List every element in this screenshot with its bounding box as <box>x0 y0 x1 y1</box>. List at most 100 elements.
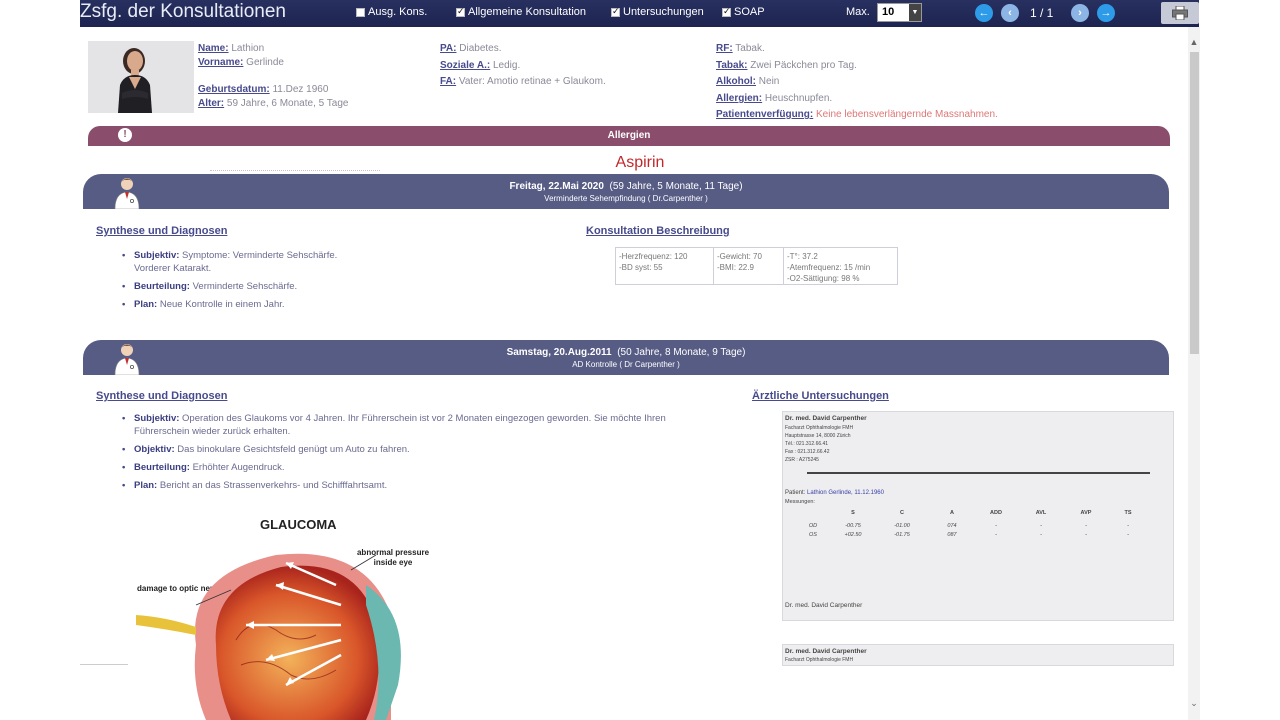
patient-vorname: Vorname: Gerlinde <box>198 57 284 68</box>
list-item: Subjektiv: Operation des Glaukoms vor 4 … <box>122 412 722 438</box>
synthese-heading: Synthese und Diagnosen <box>96 225 228 237</box>
report-signature: Dr. med. David Carpenther <box>785 602 863 609</box>
consultation-subtitle: AD Kontrolle ( Dr Carpenther ) <box>572 360 680 369</box>
vitals-column: -Herzfrequenz: 120 -BD syst: 55 <box>616 248 714 284</box>
consultation-banner[interactable]: Freitag, 22.Mai 2020 (59 Jahre, 5 Monate… <box>83 174 1169 209</box>
subjektiv-value-2: Vorderer Katarakt. <box>134 263 212 274</box>
next-page-button[interactable]: › <box>1071 4 1089 22</box>
consultation-age: (59 Jahre, 5 Monate, 11 Tage) <box>609 181 743 192</box>
patient-pa: PA: Diabetes. <box>440 43 502 54</box>
filter-label: Ausg. Kons. <box>368 6 428 18</box>
measurement-value: 074 <box>947 523 957 529</box>
patient-allergien: Allergien: Heuschnupfen. <box>716 93 832 104</box>
subjektiv-key: Subjektiv: <box>134 413 180 424</box>
divider <box>210 170 380 172</box>
beurteilung-value: Erhöhter Augendruck. <box>192 462 285 473</box>
measurement-eye: OS <box>809 532 817 538</box>
report-patient: Patient: Lathion Gerlinde, 11.12.1960 <box>785 490 884 496</box>
measurement-column-header: AVL <box>1035 510 1047 516</box>
filter-ausg-kons[interactable]: Ausg. Kons. <box>356 6 427 18</box>
patient-rf: RF: Tabak. <box>716 43 765 54</box>
alkohol-label: Alkohol: <box>716 76 756 87</box>
exam-report[interactable]: Dr. med. David Carpenther Facharzt Ophth… <box>782 644 1174 666</box>
measurement-value: -00.75 <box>845 523 861 529</box>
pa-value: Diabetes. <box>459 43 502 54</box>
rf-label: RF: <box>716 43 733 54</box>
vital-value: -BMI: 22.9 <box>717 263 754 272</box>
measurement-column-header: S <box>851 510 855 516</box>
vital-value: -BD syst: 55 <box>619 263 663 272</box>
max-select[interactable]: 10 ▼ <box>877 3 922 22</box>
rf-value: Tabak. <box>735 43 765 54</box>
report-doctor: Dr. med. David Carpenther <box>785 415 867 422</box>
soziale-label: Soziale A.: <box>440 60 491 71</box>
print-button[interactable] <box>1161 2 1199 24</box>
subjektiv-value: Symptome: Verminderte Sehschärfe. <box>182 250 338 261</box>
prev-page-button[interactable]: ‹ <box>1001 4 1019 22</box>
consultation-date: Samstag, 20.Aug.2011 <box>506 347 612 358</box>
allergien-value: Heuschnupfen. <box>764 93 833 104</box>
patient-fa: FA: Vater: Amotio retinae + Glaukom. <box>440 76 606 87</box>
first-page-button[interactable]: ← <box>975 4 993 22</box>
name-value: Lathion <box>231 43 265 54</box>
filter-label: Untersuchungen <box>623 6 704 18</box>
alter-label: Alter: <box>198 98 225 109</box>
report-doctor: Dr. med. David Carpenther <box>785 648 867 655</box>
measurement-value: - <box>995 523 997 529</box>
report-patient-label: Patient: <box>785 490 806 496</box>
vital-value: -T°: 37.2 <box>787 252 818 261</box>
beurteilung-value: Verminderte Sehschärfe. <box>192 281 298 292</box>
list-item: Subjektiv: Symptome: Verminderte Sehschä… <box>122 249 337 275</box>
allergien-label: Allergien: <box>716 93 763 104</box>
plan-key: Plan: <box>134 480 158 491</box>
filter-label: Allgemeine Konsultation <box>468 6 587 18</box>
scroll-down-icon[interactable]: ⌄ <box>1188 697 1200 709</box>
exam-report[interactable]: Dr. med. David Carpenther Facharzt Ophth… <box>782 411 1174 621</box>
plan-key: Plan: <box>134 299 158 310</box>
chevron-down-icon[interactable]: ▼ <box>909 4 921 21</box>
measurement-value: -01.75 <box>894 532 910 538</box>
patient-birthdate: Geburtsdatum: 11.Dez 1960 <box>198 84 328 95</box>
checkbox-allgemeine-konsultation[interactable] <box>456 6 465 17</box>
scrollbar-thumb[interactable] <box>1190 52 1199 354</box>
patient-tabak: Tabak: Zwei Päckchen pro Tag. <box>716 60 857 71</box>
filter-untersuchungen[interactable]: Untersuchungen <box>611 6 704 18</box>
scroll-up-icon[interactable]: ▲ <box>1188 37 1200 47</box>
measurement-value: - <box>1040 532 1042 538</box>
measurement-column-header: A <box>950 510 954 516</box>
tabak-label: Tabak: <box>716 60 748 71</box>
filter-soap[interactable]: SOAP <box>722 6 765 18</box>
plan-value: Bericht an das Strassenverkehrs- und Sch… <box>159 480 388 491</box>
filter-allgemeine-konsultation[interactable]: Allgemeine Konsultation <box>456 6 586 18</box>
glaucoma-title: GLAUCOMA <box>260 517 337 532</box>
consultation-banner[interactable]: Samstag, 20.Aug.2011 (50 Jahre, 8 Monate… <box>83 340 1169 375</box>
alter-value: 59 Jahre, 6 Monate, 5 Tage <box>226 98 349 109</box>
untersuchungen-heading[interactable]: Ärztliche Untersuchungen <box>752 390 889 402</box>
last-page-button[interactable]: → <box>1097 4 1115 22</box>
allergy-value: Aspirin <box>615 154 665 171</box>
alkohol-value: Nein <box>758 76 780 87</box>
patient-age: Alter: 59 Jahre, 6 Monate, 5 Tage <box>198 98 348 109</box>
page-title: Zsfg. der Konsultationen <box>80 1 286 22</box>
checkbox-soap[interactable] <box>722 6 731 17</box>
geburtsdatum-label: Geburtsdatum: <box>198 84 270 95</box>
report-messungen: Messungen: <box>785 499 815 505</box>
geburtsdatum-value: 11.Dez 1960 <box>272 84 329 95</box>
list-item: Beurteilung: Erhöhter Augendruck. <box>122 461 722 474</box>
glaucoma-eye-illustration <box>136 553 401 720</box>
list-item: Plan: Bericht an das Strassenverkehrs- u… <box>122 479 722 492</box>
allergy-bar-label: Allergien <box>607 130 651 141</box>
name-label: Name: <box>198 43 229 54</box>
checkbox-ausg-kons[interactable] <box>356 7 365 17</box>
list-item: Beurteilung: Verminderte Sehschärfe. <box>122 280 337 293</box>
patient-soziale: Soziale A.: Ledig. <box>440 60 520 71</box>
measurement-value: - <box>1085 532 1087 538</box>
soziale-value: Ledig. <box>492 60 521 71</box>
patient-name: Name: Lathion <box>198 43 264 54</box>
warning-icon: ! <box>118 128 132 142</box>
verfuegung-value: Keine lebensverlängernde Massnahmen. <box>816 109 998 120</box>
checkbox-untersuchungen[interactable] <box>611 6 620 17</box>
app-window: Zsfg. der Konsultationen Ausg. Kons. All… <box>0 0 1280 720</box>
soap-list: Subjektiv: Symptome: Verminderte Sehschä… <box>122 249 337 316</box>
measurement-column-header: C <box>900 510 904 516</box>
